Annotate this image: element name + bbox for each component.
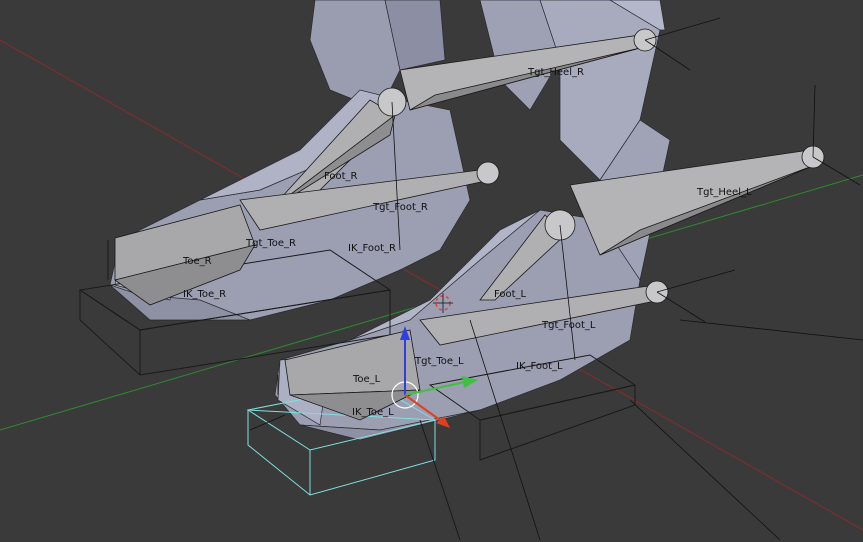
bone-label-ik-foot-l: IK_Foot_L	[516, 361, 563, 372]
bone-label-tgt-foot-l: Tgt_Foot_L	[541, 320, 596, 331]
bone-label-tgt-foot-r: Tgt_Foot_R	[372, 202, 428, 213]
bone-label-tgt-toe-l: Tgt_Toe_L	[414, 356, 464, 367]
bone-label-foot-l: Foot_L	[494, 289, 527, 300]
bone-label-toe-r: Toe_R	[182, 256, 212, 267]
bone-label-tgt-toe-r: Tgt_Toe_R	[245, 238, 296, 249]
bone-label-foot-r: Foot_R	[324, 171, 358, 182]
bone-label-toe-l: Toe_L	[352, 374, 381, 385]
3d-viewport[interactable]: Tgt_Heel_R Foot_R Tgt_Foot_R Tgt_Toe_R I…	[0, 0, 863, 542]
bone-label-tgt-heel-r: Tgt_Heel_R	[527, 67, 584, 78]
bone-label-ik-foot-r: IK_Foot_R	[348, 243, 396, 254]
bone-label-tgt-heel-l: Tgt_Heel_L	[696, 187, 752, 198]
bone-label-ik-toe-r: IK_Toe_R	[183, 289, 226, 300]
bone-label-ik-toe-l: IK_Toe_L	[352, 407, 394, 418]
